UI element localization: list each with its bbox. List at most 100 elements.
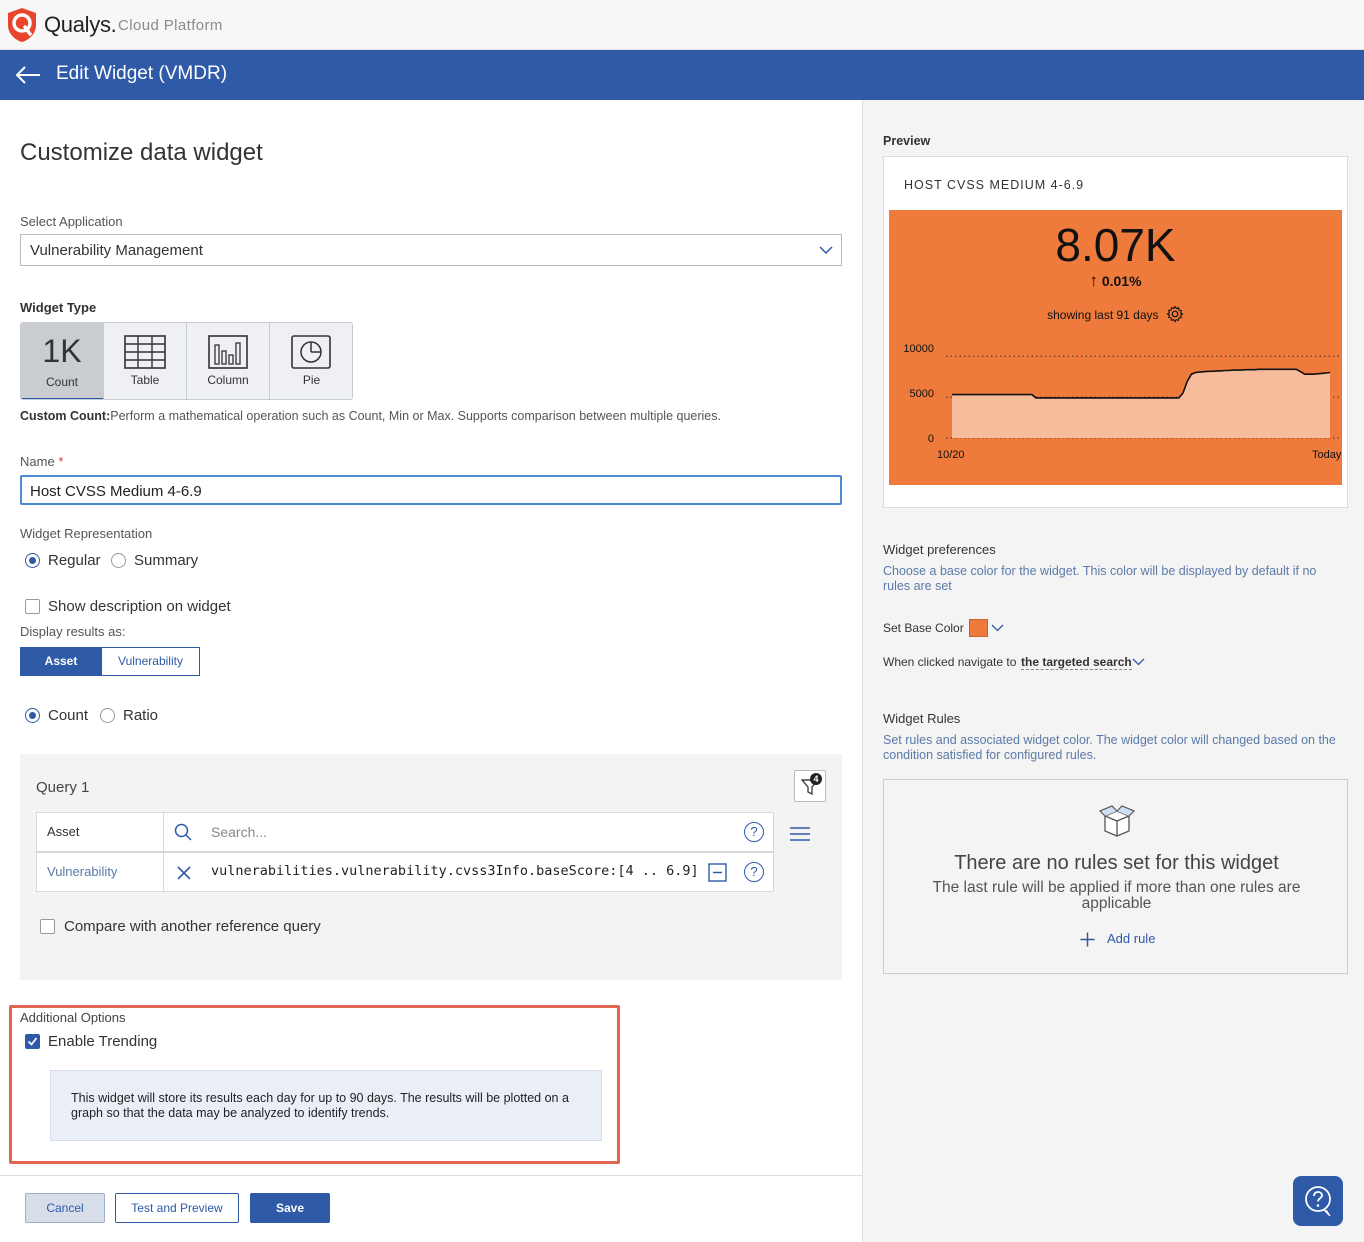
widget-type-count[interactable]: 1K Count: [21, 323, 104, 399]
display-results-label: Display results as:: [20, 624, 126, 639]
filter-count-badge: 4: [810, 773, 822, 785]
preview-label: Preview: [883, 134, 931, 148]
remove-icon[interactable]: [176, 865, 192, 881]
radio-ratio[interactable]: [100, 708, 115, 723]
display-asset-button[interactable]: Asset: [20, 647, 102, 676]
show-description-label: Show description on widget: [48, 598, 231, 615]
y-tick-label: 10000: [903, 343, 934, 355]
preview-change-value: 0.01%: [1101, 273, 1142, 289]
widget-type-description: Custom Count:Perform a mathematical oper…: [20, 409, 721, 423]
brand-name: Qualys.: [44, 12, 117, 37]
enable-trending-checkbox[interactable]: [25, 1034, 40, 1049]
radio-regular[interactable]: [25, 553, 40, 568]
base-color-label: Set Base Color: [883, 621, 964, 635]
compare-checkbox[interactable]: [40, 919, 55, 934]
widget-type-count-label: Count: [45, 375, 79, 389]
footer-divider: [0, 1175, 862, 1176]
chevron-down-icon[interactable]: [1132, 656, 1145, 667]
preview-value: 8.07K: [1055, 219, 1176, 271]
trending-info-text: This widget will store its results each …: [71, 1091, 569, 1120]
trend-area: [952, 369, 1330, 438]
radio-count[interactable]: [25, 708, 40, 723]
widget-type-selector: 1K Count Table Column Pie: [20, 322, 353, 400]
show-description-checkbox[interactable]: [25, 599, 40, 614]
rules-empty-state: There are no rules set for this widget T…: [883, 779, 1348, 974]
help-icon[interactable]: ?: [744, 822, 764, 842]
query-search-input[interactable]: Search...: [211, 824, 267, 840]
column-chart-icon: [208, 335, 248, 369]
name-input[interactable]: Host CVSS Medium 4-6.9: [20, 475, 842, 505]
preview-showing: showing last 91 days: [889, 305, 1342, 323]
select-application-label: Select Application: [20, 214, 123, 229]
name-label-text: Name: [20, 454, 55, 469]
widget-type-pie[interactable]: Pie: [270, 323, 352, 399]
gear-icon[interactable]: [1166, 305, 1184, 323]
header-title: Edit Widget (VMDR): [56, 63, 228, 84]
arrow-up-icon: ↑: [1089, 271, 1098, 290]
table-icon: [124, 335, 166, 369]
base-color-swatch[interactable]: [969, 619, 988, 637]
radio-ratio-label: Ratio: [123, 707, 159, 724]
query-row-asset-cell: Asset: [37, 813, 164, 851]
additional-options-label: Additional Options: [20, 1010, 126, 1025]
application-select-value: Vulnerability Management: [30, 242, 203, 259]
trending-info-box: This widget will store its results each …: [50, 1070, 602, 1141]
widget-type-column-label: Column: [207, 373, 249, 387]
navigate-label: When clicked navigate to: [883, 655, 1017, 669]
collapse-icon[interactable]: [708, 863, 727, 882]
help-icon[interactable]: ?: [744, 862, 764, 882]
menu-icon[interactable]: [789, 826, 811, 842]
enable-trending-label: Enable Trending: [48, 1033, 158, 1050]
search-icon: [174, 823, 192, 841]
widget-preferences-title: Widget preferences: [883, 542, 996, 557]
query-row-asset-label: Asset: [47, 824, 80, 839]
help-icon: [1305, 1186, 1331, 1217]
test-preview-button[interactable]: Test and Preview: [115, 1193, 239, 1223]
back-arrow-icon[interactable]: [14, 63, 42, 87]
plus-icon[interactable]: [1080, 932, 1095, 947]
chevron-down-icon: [819, 246, 833, 255]
query-row-vulnerability: Vulnerability vulnerabilities.vulnerabil…: [36, 852, 774, 892]
widget-rules-desc: Set rules and associated widget color. T…: [883, 733, 1336, 762]
radio-regular-label: Regular: [48, 552, 101, 569]
qualys-logo-icon: [8, 8, 36, 42]
query-row-asset: Asset Search... ?: [36, 812, 774, 852]
widget-type-table[interactable]: Table: [104, 323, 187, 399]
display-vulnerability-button[interactable]: Vulnerability: [101, 647, 200, 676]
x-tick-label: Today: [1312, 449, 1342, 461]
widget-type-pie-label: Pie: [302, 373, 321, 387]
radio-summary[interactable]: [111, 553, 126, 568]
navigate-target-select[interactable]: the targeted search: [1021, 655, 1132, 670]
widget-preferences-desc: Choose a base color for the widget. This…: [883, 564, 1317, 593]
checkmark-icon: [27, 1037, 38, 1046]
widget-type-description-text: Perform a mathematical operation such as…: [110, 409, 721, 423]
name-input-value: Host CVSS Medium 4-6.9: [30, 483, 202, 500]
brand-subtitle: Cloud Platform: [118, 17, 223, 34]
pie-chart-icon: [291, 335, 331, 369]
preview-card-title: HOST CVSS MEDIUM 4-6.9: [904, 178, 1085, 192]
trend-chart: 10000 5000 0 10/20 Today: [903, 343, 1342, 461]
query-title: Query 1: [36, 779, 90, 796]
required-marker: *: [58, 454, 64, 469]
widget-rules-title: Widget Rules: [883, 711, 961, 726]
page-title: Customize data widget: [20, 139, 263, 166]
widget-type-column[interactable]: Column: [187, 323, 270, 399]
query-row-vulnerability-label: Vulnerability: [47, 864, 118, 879]
application-select[interactable]: Vulnerability Management: [20, 234, 842, 266]
widget-type-description-title: Custom Count:: [20, 409, 111, 423]
query-row-vulnerability-cell: Vulnerability: [37, 853, 164, 891]
chevron-down-icon[interactable]: [991, 622, 1004, 633]
save-button[interactable]: Save: [250, 1193, 330, 1223]
add-rule-button[interactable]: Add rule: [1107, 931, 1155, 946]
rules-empty-title: There are no rules set for this widget: [954, 852, 1279, 874]
filter-button[interactable]: 4: [794, 770, 826, 802]
compare-label: Compare with another reference query: [64, 918, 321, 935]
count-icon: 1K: [42, 333, 82, 369]
help-button[interactable]: [1293, 1176, 1343, 1226]
query-expression[interactable]: vulnerabilities.vulnerability.cvss3Info.…: [211, 863, 699, 879]
x-tick-label: 10/20: [937, 449, 965, 461]
cancel-button[interactable]: Cancel: [25, 1193, 105, 1223]
preview-widget[interactable]: 8.07K ↑ 0.01% showing last 91 days 10000…: [889, 210, 1342, 485]
radio-count-label: Count: [48, 707, 89, 724]
y-tick-label: 5000: [910, 388, 934, 400]
